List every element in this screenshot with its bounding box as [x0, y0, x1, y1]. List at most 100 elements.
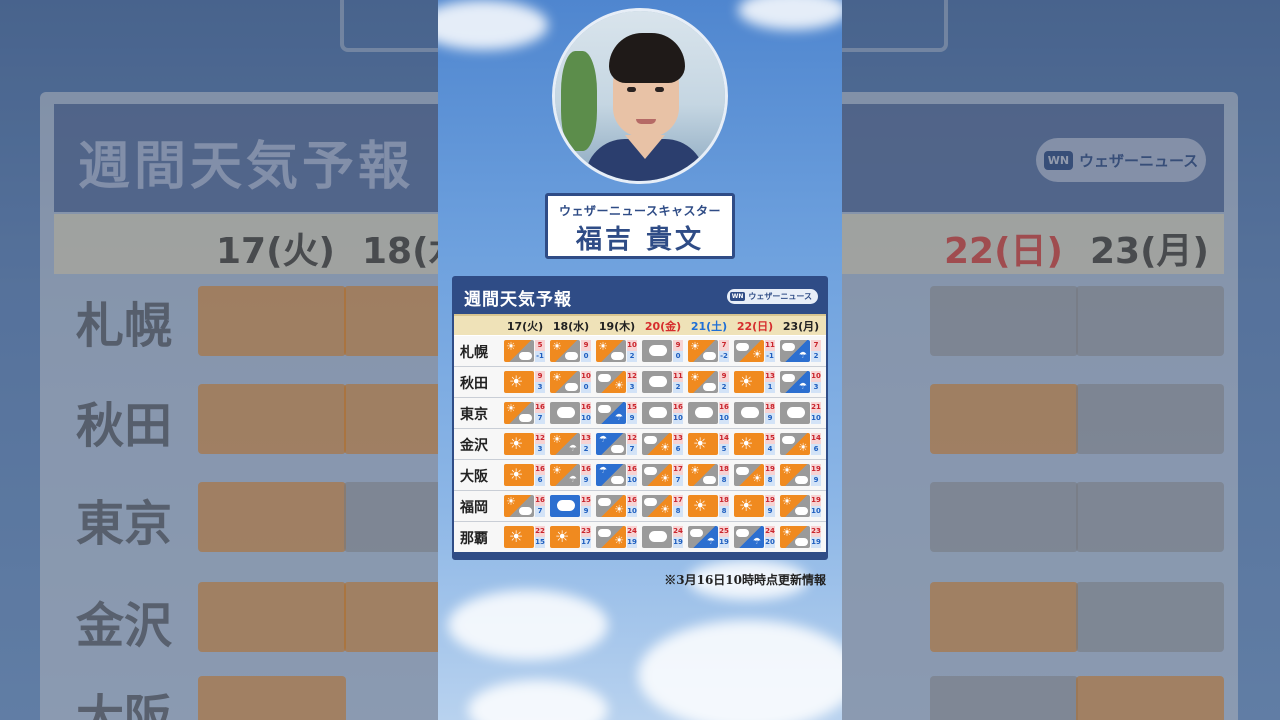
sun-icon: ☀ [506, 340, 516, 353]
sky-cloud [448, 590, 608, 660]
high-temp: 18 [719, 495, 729, 506]
forecast-cell: 15 9 [550, 495, 592, 517]
sun-icon: ☀ [614, 379, 624, 392]
city-name: 秋田 [460, 376, 488, 392]
low-temp: 6 [673, 444, 683, 455]
forecast-cell: ☀ 9 2 [688, 371, 730, 393]
cloud-icon [598, 498, 611, 506]
forecast-cell: ☀ 19 9 [734, 495, 776, 517]
weather-icon-sun-cloud: ☀ [780, 464, 810, 486]
forecast-cell: 24 19 [642, 526, 684, 548]
cloud-icon [565, 352, 578, 360]
forecast-cell: ☀ 16 6 [504, 464, 546, 486]
rain-icon: ☂ [614, 413, 623, 423]
cloud-icon [795, 476, 808, 484]
weather-icon-cloud [642, 371, 672, 393]
forecast-row: 那覇 ☀ 22 15 ☀ 23 17 ☀ 24 19 24 19 ☂ 25 19 ☂ 24 20 ☀ 23 19 [454, 522, 826, 553]
forecast-cell: ☀ 19 10 [780, 495, 822, 517]
low-temp: 8 [719, 506, 729, 517]
weather-icon-sun-cloud: ☀ [688, 340, 718, 362]
sun-icon: ☀ [614, 534, 624, 547]
sun-icon: ☀ [552, 340, 562, 353]
cloud-icon [649, 376, 667, 387]
low-temp: 0 [581, 351, 591, 362]
low-temp: 7 [535, 506, 545, 517]
forecast-cell: ☀ 9 0 [550, 340, 592, 362]
high-temp: 16 [627, 464, 637, 475]
weather-icon-sun: ☀ [688, 495, 718, 517]
caster-name-card: ウェザーニュースキャスター 福吉 貴文 [545, 193, 735, 259]
low-temp: 8 [765, 475, 775, 486]
sun-icon: ☀ [690, 340, 700, 353]
high-temp: 9 [719, 371, 729, 382]
low-temp: 1 [765, 382, 775, 393]
cloud-icon [703, 476, 716, 484]
sun-icon: ☀ [798, 441, 808, 454]
sun-icon: ☀ [739, 496, 754, 515]
weather-icon-sun-cloud: ☀ [780, 495, 810, 517]
high-temp: 10 [581, 371, 591, 382]
weekly-forecast-panel: 週間天気予報 WN ウェザーニュース 17(火) 18(水) 19(木) 20(金) 2… [452, 276, 828, 560]
sun-icon: ☀ [506, 402, 516, 415]
forecast-cell: ☀ 22 15 [504, 526, 546, 548]
low-temp: 20 [765, 537, 775, 548]
sun-icon: ☀ [506, 495, 516, 508]
high-temp: 19 [765, 495, 775, 506]
sun-icon: ☀ [509, 372, 524, 391]
high-temp: 21 [811, 402, 821, 413]
forecast-cell: ☂ 24 20 [734, 526, 776, 548]
high-temp: 16 [627, 495, 637, 506]
low-temp: 7 [673, 475, 683, 486]
city-name: 金沢 [460, 438, 488, 454]
weather-icon-sun-cloud: ☀ [596, 340, 626, 362]
forecast-cell: ☀ 17 7 [642, 464, 684, 486]
forecast-cell: ☀ 7 -2 [688, 340, 730, 362]
weather-icon-sun: ☀ [688, 433, 718, 455]
forecast-cell: ☀ 10 0 [550, 371, 592, 393]
low-temp: -1 [535, 351, 545, 362]
rain-icon: ☂ [568, 444, 577, 454]
high-temp: 13 [581, 433, 591, 444]
sun-icon: ☀ [552, 464, 562, 477]
weather-icon-cloud-sun: ☀ [642, 464, 672, 486]
sky-cloud [738, 0, 842, 30]
low-temp: 2 [627, 351, 637, 362]
forecast-cell: ☀ 19 8 [734, 464, 776, 486]
weather-icon-cloud-rain: ☂ [688, 526, 718, 548]
sun-icon: ☀ [552, 371, 562, 384]
forecast-cell: ☀ 13 1 [734, 371, 776, 393]
low-temp: 3 [535, 382, 545, 393]
low-temp: 9 [811, 475, 821, 486]
weather-icon-sun-cloud: ☀ [504, 402, 534, 424]
low-temp: 17 [581, 537, 591, 548]
cloud-icon [557, 407, 575, 418]
eye [627, 87, 636, 92]
forecast-cell: ☀ 16 7 [504, 402, 546, 424]
cloud-icon [703, 352, 716, 360]
low-temp: 6 [811, 444, 821, 455]
low-temp: 10 [811, 413, 821, 424]
forecast-cell: ☂ 16 10 [596, 464, 638, 486]
forecast-cell: ☂ 15 9 [596, 402, 638, 424]
high-temp: 19 [811, 495, 821, 506]
high-temp: 7 [719, 340, 729, 351]
low-temp: 10 [673, 413, 683, 424]
forecast-cell: ☀ 11 -1 [734, 340, 776, 362]
sun-icon: ☀ [690, 371, 700, 384]
weather-icon-cloud [642, 402, 672, 424]
cloud-icon [611, 352, 624, 360]
forecast-cell: ☀ 15 4 [734, 433, 776, 455]
forecast-row: 札幌 ☀ 5 -1 ☀ 9 0 ☀ 10 2 9 0 ☀ 7 -2 ☀ 11 -1 ☂ 7 2 [454, 336, 826, 367]
high-temp: 14 [811, 433, 821, 444]
high-temp: 9 [673, 340, 683, 351]
low-temp: 19 [673, 537, 683, 548]
sun-icon: ☀ [782, 464, 792, 477]
low-temp: 9 [765, 413, 775, 424]
sun-icon: ☀ [660, 441, 670, 454]
weather-icon-sun: ☀ [504, 433, 534, 455]
low-temp: 9 [581, 475, 591, 486]
low-temp: 2 [719, 382, 729, 393]
low-temp: 7 [627, 444, 637, 455]
sun-icon: ☀ [739, 372, 754, 391]
weather-icon-cloud-rain: ☂ [596, 402, 626, 424]
